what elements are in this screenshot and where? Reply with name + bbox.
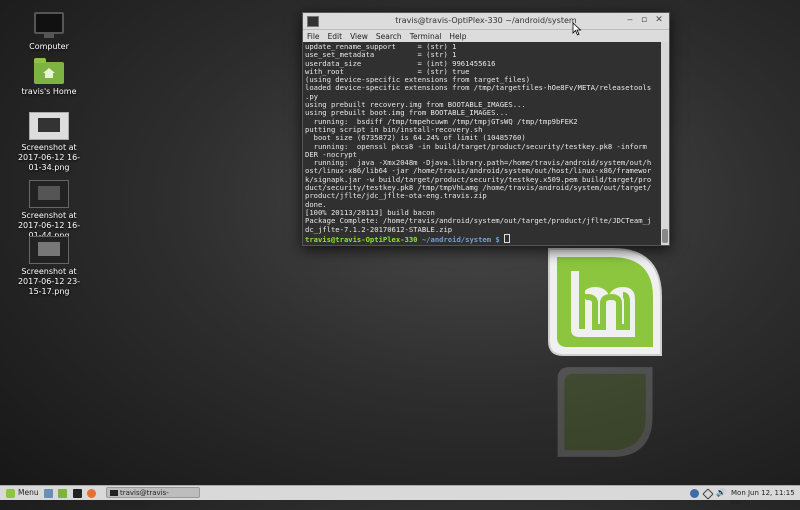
terminal-output[interactable]: update_rename_support = (str) 1 use_set_m… [303, 42, 661, 245]
menu-terminal[interactable]: Terminal [410, 30, 446, 42]
terminal-window[interactable]: travis@travis-OptiPlex-330 ~/android/sys… [302, 12, 670, 246]
linux-mint-logo [548, 248, 662, 356]
firefox-icon[interactable] [87, 489, 96, 498]
desktop-icon-screenshot-2[interactable]: Screenshot at 2017-06-12 16-01-44.png [14, 180, 84, 241]
desktop-icon-home[interactable]: travis's Home [14, 58, 84, 97]
terminal-line: dc_jflte-7.1.2-20170612-STABLE.zip [305, 224, 453, 234]
mint-menu-icon[interactable] [6, 489, 15, 498]
desktop-icon-screenshot-3[interactable]: Screenshot at 2017-06-12 23-15-17.png [14, 236, 84, 297]
desktop-icon-label: travis's Home [21, 87, 77, 96]
volume-icon[interactable]: 🔊 [716, 488, 726, 498]
menu-search[interactable]: Search [376, 30, 406, 42]
prompt-user: travis@travis-OptiPlex-330 [305, 234, 418, 244]
home-folder-icon [34, 58, 64, 84]
terminal-line: loaded device-specific extensions from /… [305, 83, 652, 93]
minimize-button[interactable]: ‒ [625, 15, 635, 25]
computer-icon [34, 12, 64, 38]
update-manager-icon[interactable] [690, 489, 699, 498]
taskbar-window-terminal[interactable]: travis@travis-OptiPlex... [106, 487, 200, 508]
terminal-line: product/jflte/jdc_jflte-ota-eng.travis.z… [305, 191, 487, 201]
image-file-icon [29, 180, 69, 208]
taskbar-task-label: travis@travis-OptiPlex... [120, 489, 169, 508]
window-title: travis@travis-OptiPlex-330 ~/android/sys… [395, 16, 577, 25]
desktop-icon-screenshot-1[interactable]: Screenshot at 2017-06-12 16-01-34.png [14, 112, 84, 173]
window-menubar: File Edit View Search Terminal Help [303, 30, 669, 42]
terminal-line: running: openssl pkcs8 -in build/target/… [305, 141, 647, 151]
mouse-pointer-icon [572, 22, 582, 36]
terminal-scrollbar[interactable] [661, 42, 669, 245]
taskbar: Menu travis@travis-OptiPlex... 🔊 Mon Jun… [0, 485, 800, 508]
desktop-icon-label: Screenshot at 2017-06-12 23-15-17.png [17, 267, 81, 296]
clock[interactable]: Mon Jun 12, 11:15 PM [731, 488, 800, 507]
terminal-prompt-line: travis@travis-OptiPlex-330 ~/android/sys… [305, 233, 659, 244]
menu-edit[interactable]: Edit [328, 30, 347, 42]
show-desktop-icon[interactable] [44, 489, 53, 498]
terminal-launcher-icon[interactable] [73, 489, 82, 498]
terminal-task-icon [110, 490, 118, 496]
desktop-icon-computer[interactable]: Computer [14, 12, 84, 52]
menu-file[interactable]: File [307, 30, 324, 42]
menu-help[interactable]: Help [449, 30, 470, 42]
network-icon[interactable] [702, 488, 714, 500]
close-button[interactable]: ✕ [654, 15, 664, 25]
maximize-button[interactable]: ▫ [639, 15, 649, 25]
prompt-path: ~/android/system $ [421, 234, 500, 244]
text-cursor [504, 233, 511, 243]
menu-view[interactable]: View [350, 30, 372, 42]
file-manager-icon[interactable] [58, 489, 67, 498]
image-file-icon [29, 236, 69, 264]
menu-button[interactable]: Menu [18, 488, 39, 498]
window-titlebar[interactable]: travis@travis-OptiPlex-330 ~/android/sys… [303, 13, 669, 30]
desktop-icon-label: Screenshot at 2017-06-12 16-01-34.png [17, 143, 81, 172]
image-file-icon [29, 112, 69, 140]
linux-mint-logo-reflection [557, 367, 653, 457]
desktop-icon-label: Computer [29, 42, 69, 51]
scrollbar-thumb[interactable] [662, 229, 668, 243]
